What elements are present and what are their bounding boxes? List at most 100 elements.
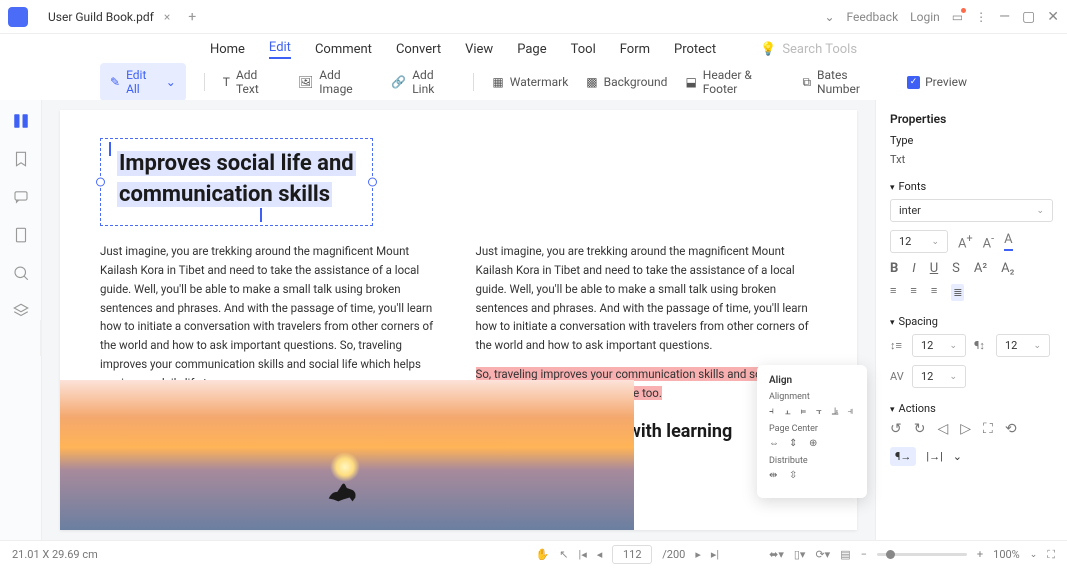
background-button[interactable]: ▩Background — [586, 75, 667, 89]
subscript-icon[interactable]: A₂ — [1001, 261, 1014, 276]
bates-number-button[interactable]: ⧉Bates Number — [802, 68, 889, 96]
nav-convert[interactable]: Convert — [396, 42, 441, 57]
line-height-select[interactable]: 12⌄ — [912, 334, 966, 357]
align-left-icon[interactable]: ≡ — [890, 284, 896, 301]
fit-width-icon[interactable]: ⬌▾ — [769, 548, 784, 561]
align-bottom-icon[interactable]: ⫣ — [847, 406, 855, 418]
heading-text[interactable]: Improves social life andcommunication sk… — [117, 149, 356, 211]
decrease-font-icon[interactable]: A- — [983, 232, 994, 251]
font-size-select[interactable]: 12⌄ — [890, 230, 948, 253]
direction-ltr-icon[interactable]: ¶→ — [890, 447, 916, 466]
zoom-out-icon[interactable]: − — [861, 548, 867, 561]
flip-v-icon[interactable]: ▷ — [960, 421, 971, 437]
spacing-heading[interactable]: Spacing — [899, 315, 938, 328]
align-right-icon[interactable]: ≡ — [931, 284, 937, 301]
crop-icon[interactable]: ⛶ — [983, 421, 993, 437]
align-left-icon[interactable]: ⫞ — [769, 406, 777, 418]
center-v-icon[interactable]: ⇕ — [789, 438, 801, 450]
zoom-value[interactable]: 100% — [993, 548, 1020, 561]
align-center-h-icon[interactable]: ⫠ — [785, 406, 793, 418]
minimize-button[interactable]: — — [999, 9, 1010, 25]
distribute-v-icon[interactable]: ⇳ — [789, 470, 801, 482]
select-tool-icon[interactable]: ↖ — [559, 548, 568, 561]
document-tab[interactable]: User Guild Book.pdf × — [38, 6, 180, 28]
single-page-icon[interactable]: ▯▾ — [794, 548, 806, 561]
chevron-down-icon[interactable]: ⌄ — [824, 10, 834, 24]
nav-view[interactable]: View — [465, 42, 493, 57]
align-justify-icon[interactable]: ≣ — [951, 284, 964, 301]
attachment-icon[interactable] — [12, 226, 30, 244]
resize-handle-left[interactable] — [96, 177, 105, 186]
nav-protect[interactable]: Protect — [674, 42, 716, 57]
chevron-down-icon[interactable]: ⌄ — [953, 450, 962, 463]
header-footer-button[interactable]: ⬓Header & Footer — [685, 68, 784, 96]
fonts-heading[interactable]: Fonts — [899, 180, 927, 193]
comment-icon[interactable] — [12, 188, 30, 206]
align-top-icon[interactable]: ⫟ — [816, 406, 824, 418]
align-popup[interactable]: Align Alignment ⫞ ⫠ ⫢ ⫟ ⫡ ⫣ Page Center … — [757, 365, 867, 498]
direction-rtl-icon[interactable]: |→| — [926, 450, 942, 463]
font-color-icon[interactable]: A — [1004, 232, 1012, 251]
resize-handle-right[interactable] — [368, 177, 377, 186]
underline-icon[interactable]: U — [930, 261, 938, 276]
rotate-right-icon[interactable]: ↻ — [914, 421, 926, 437]
actions-heading[interactable]: Actions — [899, 402, 936, 415]
layers-icon[interactable] — [12, 302, 30, 320]
font-family-select[interactable]: inter⌄ — [890, 199, 1053, 222]
add-text-button[interactable]: TAdd Text — [223, 68, 280, 96]
thumbnails-icon[interactable] — [12, 112, 30, 130]
popup-alignment-label: Alignment — [769, 392, 855, 402]
page-input[interactable]: 112 — [612, 545, 652, 564]
selected-text-box[interactable]: Improves social life andcommunication sk… — [100, 138, 373, 226]
para-spacing-select[interactable]: 12⌄ — [996, 334, 1050, 357]
distribute-h-icon[interactable]: ⇹ — [769, 470, 781, 482]
strikethrough-icon[interactable]: S — [952, 261, 960, 276]
notification-icon[interactable]: ▭ — [952, 10, 963, 24]
align-right-icon[interactable]: ⫢ — [800, 406, 808, 418]
nav-form[interactable]: Form — [620, 42, 650, 57]
char-spacing-select[interactable]: 12⌄ — [912, 365, 966, 388]
maximize-button[interactable]: ▢ — [1022, 9, 1035, 25]
close-icon[interactable]: × — [164, 10, 170, 24]
feedback-link[interactable]: Feedback — [847, 10, 899, 24]
close-button[interactable]: ✕ — [1047, 9, 1059, 25]
align-center-v-icon[interactable]: ⫡ — [832, 406, 840, 418]
zoom-slider[interactable] — [877, 553, 967, 556]
next-page-icon[interactable]: ▸ — [695, 548, 701, 561]
nav-edit[interactable]: Edit — [269, 40, 291, 59]
hand-tool-icon[interactable]: ✋ — [536, 548, 550, 561]
add-link-button[interactable]: 🔗Add Link — [391, 68, 455, 96]
more-icon[interactable]: ⋮ — [975, 10, 987, 24]
rotate-left-icon[interactable]: ↺ — [890, 421, 902, 437]
bold-icon[interactable]: B — [890, 261, 898, 276]
text-icon: T — [223, 75, 230, 89]
rotate-view-icon[interactable]: ⟳▾ — [815, 548, 830, 561]
superscript-icon[interactable]: A² — [974, 261, 987, 276]
nav-home[interactable]: Home — [210, 42, 245, 57]
italic-icon[interactable]: I — [912, 261, 915, 276]
replace-icon[interactable]: ⟲ — [1005, 421, 1017, 437]
fullscreen-icon[interactable]: ⛶ — [1047, 548, 1055, 562]
last-page-icon[interactable]: ▸| — [711, 548, 719, 561]
flip-h-icon[interactable]: ◁ — [937, 421, 948, 437]
edit-all-button[interactable]: ✎ Edit All ⌄ — [100, 63, 186, 101]
center-both-icon[interactable]: ⊕ — [809, 438, 821, 450]
align-center-icon[interactable]: ≡ — [910, 284, 916, 301]
search-tools-input[interactable]: Search Tools — [782, 42, 857, 57]
watermark-button[interactable]: ▦Watermark — [492, 75, 568, 89]
first-page-icon[interactable]: |◂ — [579, 548, 587, 561]
zoom-in-icon[interactable]: + — [977, 548, 983, 561]
login-link[interactable]: Login — [910, 10, 940, 24]
nav-page[interactable]: Page — [517, 42, 546, 57]
nav-tool[interactable]: Tool — [571, 42, 596, 57]
preview-toggle[interactable]: ✓ Preview — [907, 75, 967, 89]
read-mode-icon[interactable]: ▤ — [840, 548, 850, 561]
center-h-icon[interactable]: ⇔ — [769, 438, 781, 450]
search-icon[interactable] — [12, 264, 30, 282]
bookmark-icon[interactable] — [12, 150, 30, 168]
increase-font-icon[interactable]: A+ — [958, 232, 973, 251]
add-image-button[interactable]: 🖼Add Image — [298, 68, 373, 96]
prev-page-icon[interactable]: ◂ — [597, 548, 603, 561]
nav-comment[interactable]: Comment — [315, 42, 372, 57]
add-tab-button[interactable]: + — [188, 9, 196, 25]
